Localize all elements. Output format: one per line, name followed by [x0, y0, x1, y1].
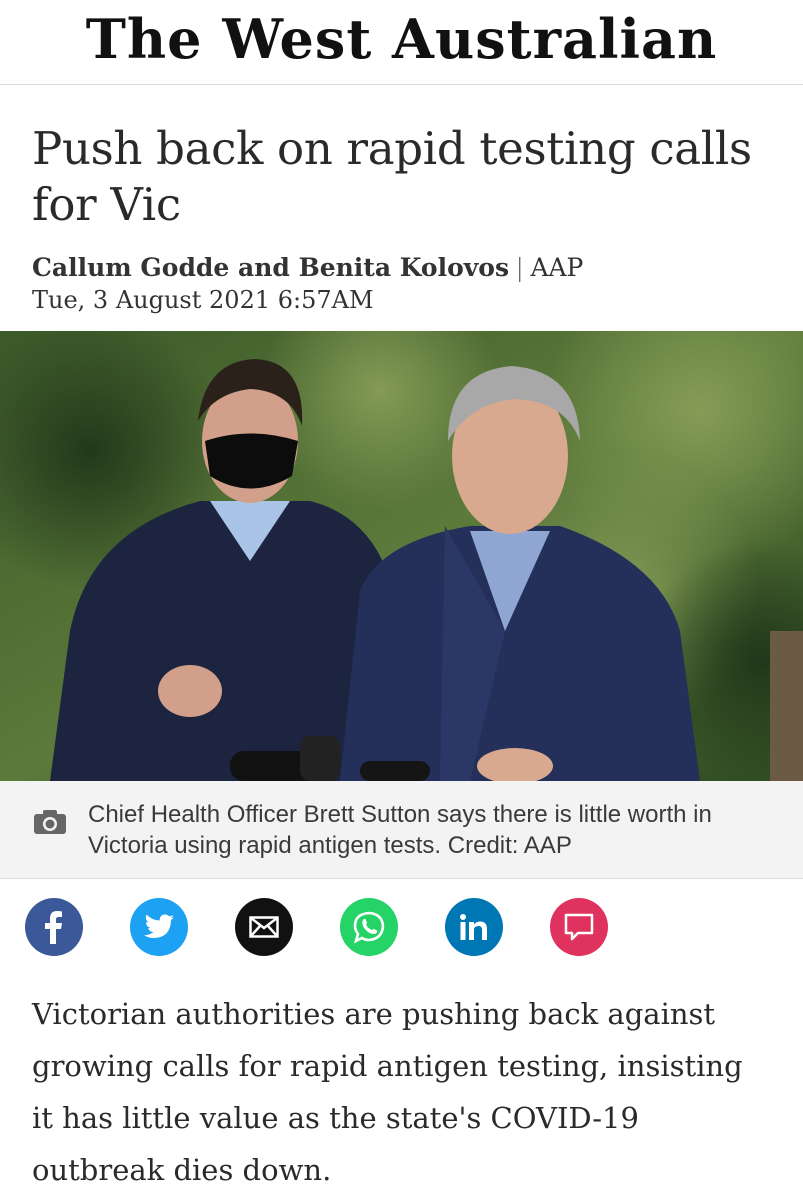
share-bar: [25, 898, 608, 956]
camera-icon: [34, 810, 66, 834]
twitter-icon: [144, 914, 174, 938]
byline-authors[interactable]: Callum Godde and Benita Kolovos: [32, 253, 509, 282]
share-email-button[interactable]: [235, 898, 293, 956]
article-photo-image: [0, 331, 803, 781]
email-icon: [249, 916, 279, 938]
byline: Callum Godde and Benita Kolovos | AAP: [32, 251, 771, 284]
whatsapp-icon: [353, 911, 385, 944]
share-comment-button[interactable]: [550, 898, 608, 956]
linkedin-icon: [460, 914, 487, 940]
comment-icon: [564, 913, 594, 941]
masthead-logo[interactable]: The West Australian: [86, 12, 718, 66]
share-twitter-button[interactable]: [130, 898, 188, 956]
photo-caption-text: Chief Health Officer Brett Sutton says t…: [88, 801, 712, 859]
article-body: Victorian authorities are pushing back a…: [32, 997, 743, 1187]
byline-source: AAP: [530, 253, 584, 282]
article-photo[interactable]: [0, 331, 803, 781]
facebook-icon: [45, 911, 62, 944]
byline-separator: |: [517, 252, 523, 282]
share-facebook-button[interactable]: [25, 898, 83, 956]
share-whatsapp-button[interactable]: [340, 898, 398, 956]
photo-caption: Chief Health Officer Brett Sutton says t…: [0, 781, 803, 879]
article: Push back on rapid testing calls for Vic…: [0, 121, 803, 314]
masthead: The West Australian: [0, 0, 803, 85]
article-headline: Push back on rapid testing calls for Vic: [32, 122, 752, 231]
share-linkedin-button[interactable]: [445, 898, 503, 956]
publish-date: Tue, 3 August 2021 6:57AM: [32, 286, 374, 314]
